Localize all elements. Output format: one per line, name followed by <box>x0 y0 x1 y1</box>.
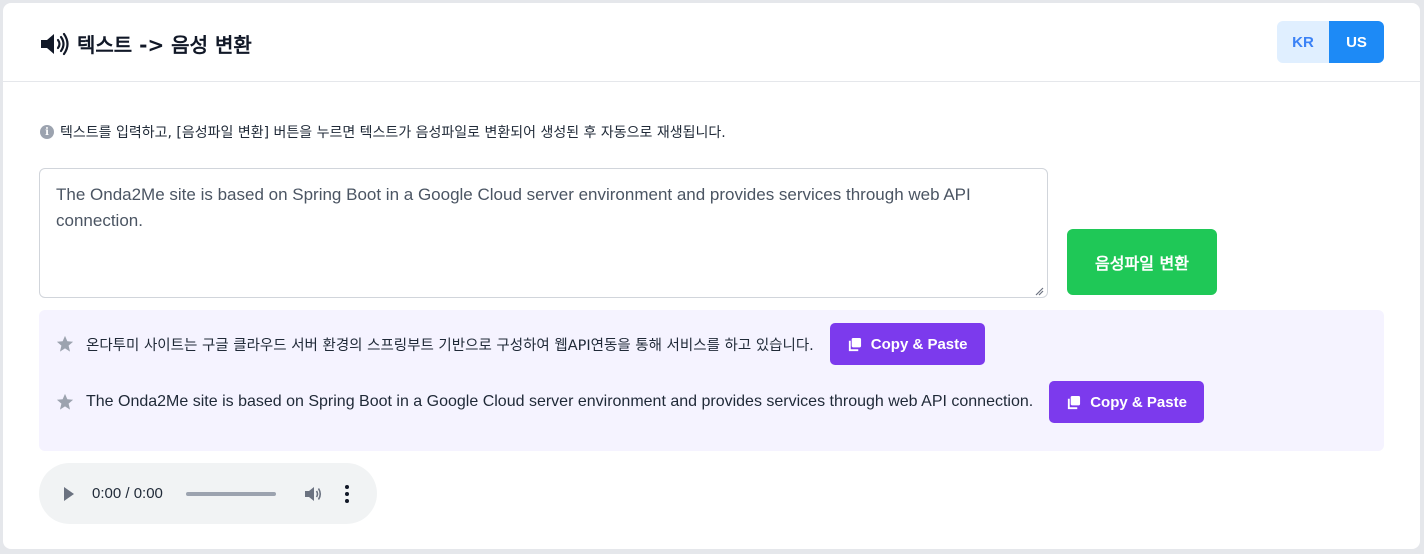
volume-icon[interactable] <box>303 484 323 504</box>
copy-icon <box>848 337 861 351</box>
text-input[interactable]: The Onda2Me site is based on Spring Boot… <box>39 168 1048 298</box>
translation-results: 온다투미 사이트는 구글 클라우드 서버 환경의 스프링부트 기반으로 구성하여… <box>39 310 1384 451</box>
info-message: i 텍스트를 입력하고, [음성파일 변환] 버튼을 누르면 텍스트가 음성파일… <box>40 122 726 142</box>
copy-paste-label: Copy & Paste <box>1090 393 1187 411</box>
page-title: 텍스트 -> 음성 변환 <box>77 33 252 57</box>
star-icon <box>56 393 74 410</box>
tts-card: 텍스트 -> 음성 변환 KR US i 텍스트를 입력하고, [음성파일 변환… <box>3 3 1420 549</box>
resize-handle-icon[interactable] <box>1035 287 1044 296</box>
info-text: 텍스트를 입력하고, [음성파일 변환] 버튼을 누르면 텍스트가 음성파일로 … <box>60 125 726 141</box>
result-item-korean: 온다투미 사이트는 구글 클라우드 서버 환경의 스프링부트 기반으로 구성하여… <box>56 323 985 365</box>
result-text: 온다투미 사이트는 구글 클라우드 서버 환경의 스프링부트 기반으로 구성하여… <box>86 337 814 354</box>
title-wrap: 텍스트 -> 음성 변환 <box>39 29 252 58</box>
speaker-icon <box>41 32 69 55</box>
copy-icon <box>1068 395 1081 409</box>
audio-progress-slider[interactable] <box>186 492 276 496</box>
language-switcher: KR US <box>1277 21 1384 63</box>
copy-paste-label: Copy & Paste <box>870 335 968 353</box>
header: 텍스트 -> 음성 변환 KR US <box>3 3 1420 82</box>
star-icon <box>56 335 74 352</box>
copy-paste-button[interactable]: Copy & Paste <box>1049 381 1204 423</box>
more-options-icon[interactable] <box>344 484 350 504</box>
result-item-english: The Onda2Me site is based on Spring Boot… <box>56 381 1204 423</box>
convert-audio-button[interactable]: 음성파일 변환 <box>1067 229 1217 295</box>
result-text: The Onda2Me site is based on Spring Boot… <box>86 393 1034 410</box>
lang-kr-button[interactable]: KR <box>1277 21 1329 63</box>
lang-us-button[interactable]: US <box>1329 21 1384 63</box>
copy-paste-button[interactable]: Copy & Paste <box>829 323 985 365</box>
audio-time: 0:00 / 0:00 <box>92 485 163 502</box>
info-icon: i <box>40 125 54 139</box>
play-icon[interactable] <box>63 486 75 502</box>
audio-player: 0:00 / 0:00 <box>39 463 377 524</box>
